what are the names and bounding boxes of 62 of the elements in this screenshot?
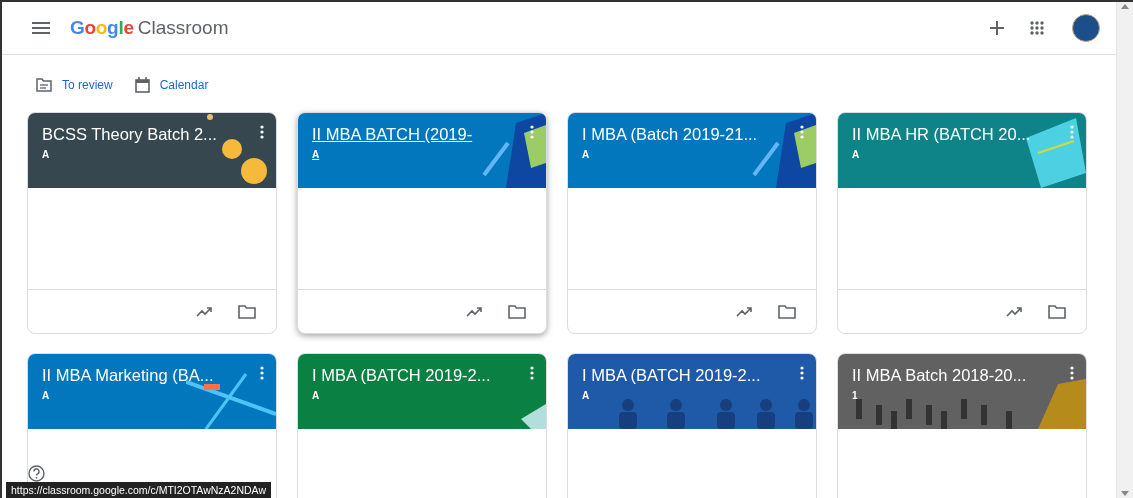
more-icon	[800, 366, 804, 380]
more-icon	[530, 366, 534, 380]
class-card[interactable]: I MBA (BATCH 2019-2... A	[297, 353, 547, 498]
more-button[interactable]	[800, 366, 804, 380]
class-section: A	[312, 149, 320, 160]
class-card[interactable]: II MBA HR (BATCH 20... A	[837, 112, 1087, 334]
logo-wordmark: Google	[70, 17, 134, 39]
class-section: 1	[852, 390, 858, 401]
class-title[interactable]: II MBA Marketing (BA...	[42, 366, 242, 385]
class-section: A	[582, 149, 590, 160]
class-section: A	[312, 390, 320, 401]
paper-drawing	[521, 404, 546, 429]
class-card[interactable]: BCSS Theory Batch 2... A	[27, 112, 277, 334]
more-icon	[1070, 366, 1074, 380]
trend-icon	[1006, 306, 1024, 317]
scrollbar[interactable]	[1116, 2, 1133, 498]
class-card[interactable]: I MBA (BATCH 2019-2... A	[567, 353, 817, 498]
status-url: https://classroom.google.com/c/MTI2OTAwNzA2NDAw	[6, 482, 271, 498]
class-title[interactable]: II MBA BATCH (2019-	[312, 125, 512, 144]
trend-icon	[466, 306, 484, 317]
more-icon	[1070, 125, 1074, 139]
class-card[interactable]: I MBA (Batch 2019-21... A	[567, 112, 817, 334]
folder-icon	[36, 78, 52, 92]
apps-grid-icon	[1030, 21, 1044, 35]
folder-icon	[508, 304, 526, 319]
quick-link[interactable]: Calendar	[134, 77, 209, 93]
calendar-icon	[134, 77, 150, 93]
folder-icon	[778, 304, 796, 319]
plus-icon	[990, 21, 1004, 35]
folder-icon	[238, 304, 256, 319]
class-title[interactable]: I MBA (Batch 2019-21...	[582, 125, 782, 144]
trend-icon	[736, 306, 754, 317]
class-card[interactable]: II MBA Batch 2018-20... 1	[837, 353, 1087, 498]
more-icon	[260, 125, 264, 139]
folder-icon	[1048, 304, 1066, 319]
class-section: A	[42, 149, 50, 160]
class-title[interactable]: I MBA (BATCH 2019-2...	[312, 366, 512, 385]
more-button[interactable]	[260, 366, 264, 380]
more-button[interactable]	[530, 366, 534, 380]
class-title[interactable]: II MBA HR (BATCH 20...	[852, 125, 1052, 144]
quick-link[interactable]: To review	[36, 78, 113, 92]
class-section: A	[852, 149, 860, 160]
menu-icon	[32, 22, 50, 34]
product-name: Classroom	[137, 17, 229, 39]
more-icon	[800, 125, 804, 139]
avatar[interactable]	[1072, 14, 1100, 42]
scroll-down-icon	[1121, 491, 1129, 496]
more-button[interactable]	[260, 125, 264, 139]
more-icon	[530, 125, 534, 139]
help-icon	[28, 465, 45, 482]
class-section: A	[42, 390, 50, 401]
more-button[interactable]	[530, 125, 534, 139]
trend-icon	[196, 306, 214, 317]
class-title[interactable]: BCSS Theory Batch 2...	[42, 125, 242, 144]
more-button[interactable]	[800, 125, 804, 139]
more-button[interactable]	[1070, 366, 1074, 380]
scroll-up-icon	[1121, 4, 1129, 9]
class-title[interactable]: I MBA (BATCH 2019-2...	[582, 366, 782, 385]
class-title[interactable]: II MBA Batch 2018-20...	[852, 366, 1052, 385]
more-icon	[260, 366, 264, 380]
class-card[interactable]: II MBA BATCH (2019- A	[297, 112, 547, 334]
class-section: A	[582, 390, 590, 401]
